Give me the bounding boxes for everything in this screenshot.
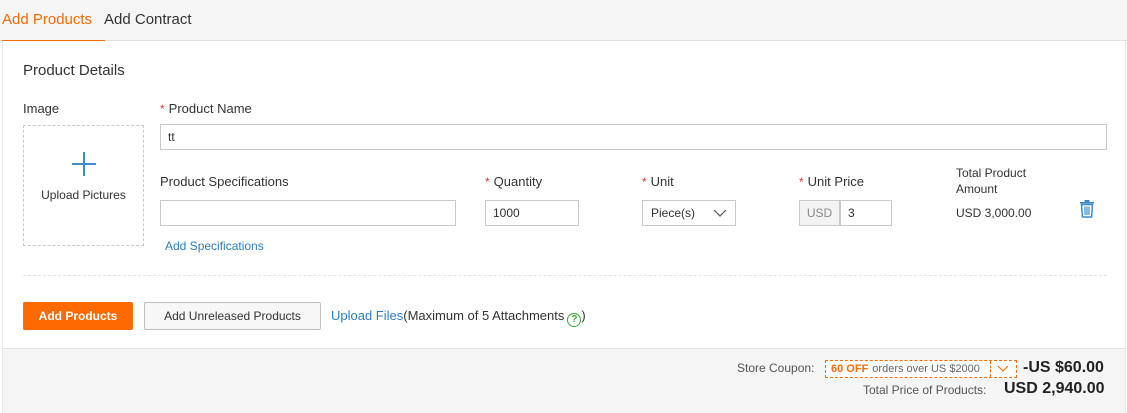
coupon-discount-value: -US $60.00 (1023, 359, 1104, 376)
section-title: Product Details (23, 62, 125, 79)
unit-price-label-text: Unit Price (807, 174, 865, 189)
product-specifications-label: Product Specifications (160, 174, 289, 189)
required-mark: * (799, 175, 804, 189)
currency-addon: USD (799, 200, 840, 226)
product-details-card: Product Details Image Upload Pictures * P… (2, 41, 1126, 348)
product-name-input[interactable] (160, 124, 1107, 150)
section-divider (23, 275, 1107, 276)
store-coupon-label: Store Coupon: (737, 361, 815, 375)
unit-label-text: Unit (650, 174, 674, 189)
quantity-label-text: Quantity (493, 174, 543, 189)
upload-files-note-close: ) (581, 308, 586, 323)
tab-add-products[interactable]: Add Products (2, 0, 105, 42)
add-unreleased-products-button[interactable]: Add Unreleased Products (144, 302, 321, 330)
quantity-label: * Quantity (485, 174, 542, 189)
trash-icon[interactable] (1079, 200, 1095, 218)
product-name-label-text: Product Name (168, 101, 252, 116)
tab-add-contract[interactable]: Add Contract (104, 0, 192, 41)
upload-files-row: Upload Files(Maximum of 5 Attachments?) (331, 308, 586, 327)
store-coupon-select[interactable]: 60 OFF orders over US $2000 (825, 360, 1017, 378)
chevron-down-icon (997, 365, 1009, 372)
upload-files-note: (Maximum of 5 Attachments (403, 308, 565, 323)
unit-price-input[interactable] (840, 200, 892, 226)
total-product-amount-value: USD 3,000.00 (956, 206, 1032, 220)
image-label: Image (23, 101, 60, 116)
tab-bar: Add Products Add Contract (0, 0, 1127, 42)
chevron-down-icon (713, 209, 727, 217)
unit-price-label: * Unit Price (799, 174, 864, 189)
upload-pictures-box[interactable]: Upload Pictures (23, 125, 144, 246)
required-mark: * (642, 175, 647, 189)
required-mark: * (485, 175, 490, 189)
upload-pictures-label: Upload Pictures (41, 188, 126, 202)
total-price-label: Total Price of Products: (863, 383, 987, 397)
unit-select[interactable]: Piece(s) (642, 200, 736, 226)
coupon-amount: 60 OFF (831, 363, 869, 375)
quantity-input[interactable] (485, 200, 579, 226)
total-label-line1: Total Product (956, 166, 1027, 180)
plus-icon (72, 152, 96, 176)
add-products-button[interactable]: Add Products (23, 302, 133, 330)
summary-footer: Store Coupon: 60 OFF orders over US $2000… (2, 348, 1126, 413)
product-name-label: * Product Name (160, 101, 252, 116)
unit-label: * Unit (642, 174, 674, 189)
coupon-description: orders over US $2000 (872, 363, 980, 375)
unit-select-value: Piece(s) (651, 206, 696, 220)
total-product-amount-label: Total Product Amount (956, 165, 1026, 197)
add-specifications-link[interactable]: Add Specifications (165, 239, 264, 253)
total-label-line2: Amount (956, 182, 998, 196)
required-mark: * (160, 102, 165, 116)
coupon-separator (990, 361, 991, 377)
help-icon[interactable]: ? (567, 313, 582, 327)
product-specifications-input[interactable] (160, 200, 456, 226)
total-price-value: USD 2,940.00 (1004, 380, 1105, 397)
upload-files-link[interactable]: Upload Files (331, 308, 403, 323)
